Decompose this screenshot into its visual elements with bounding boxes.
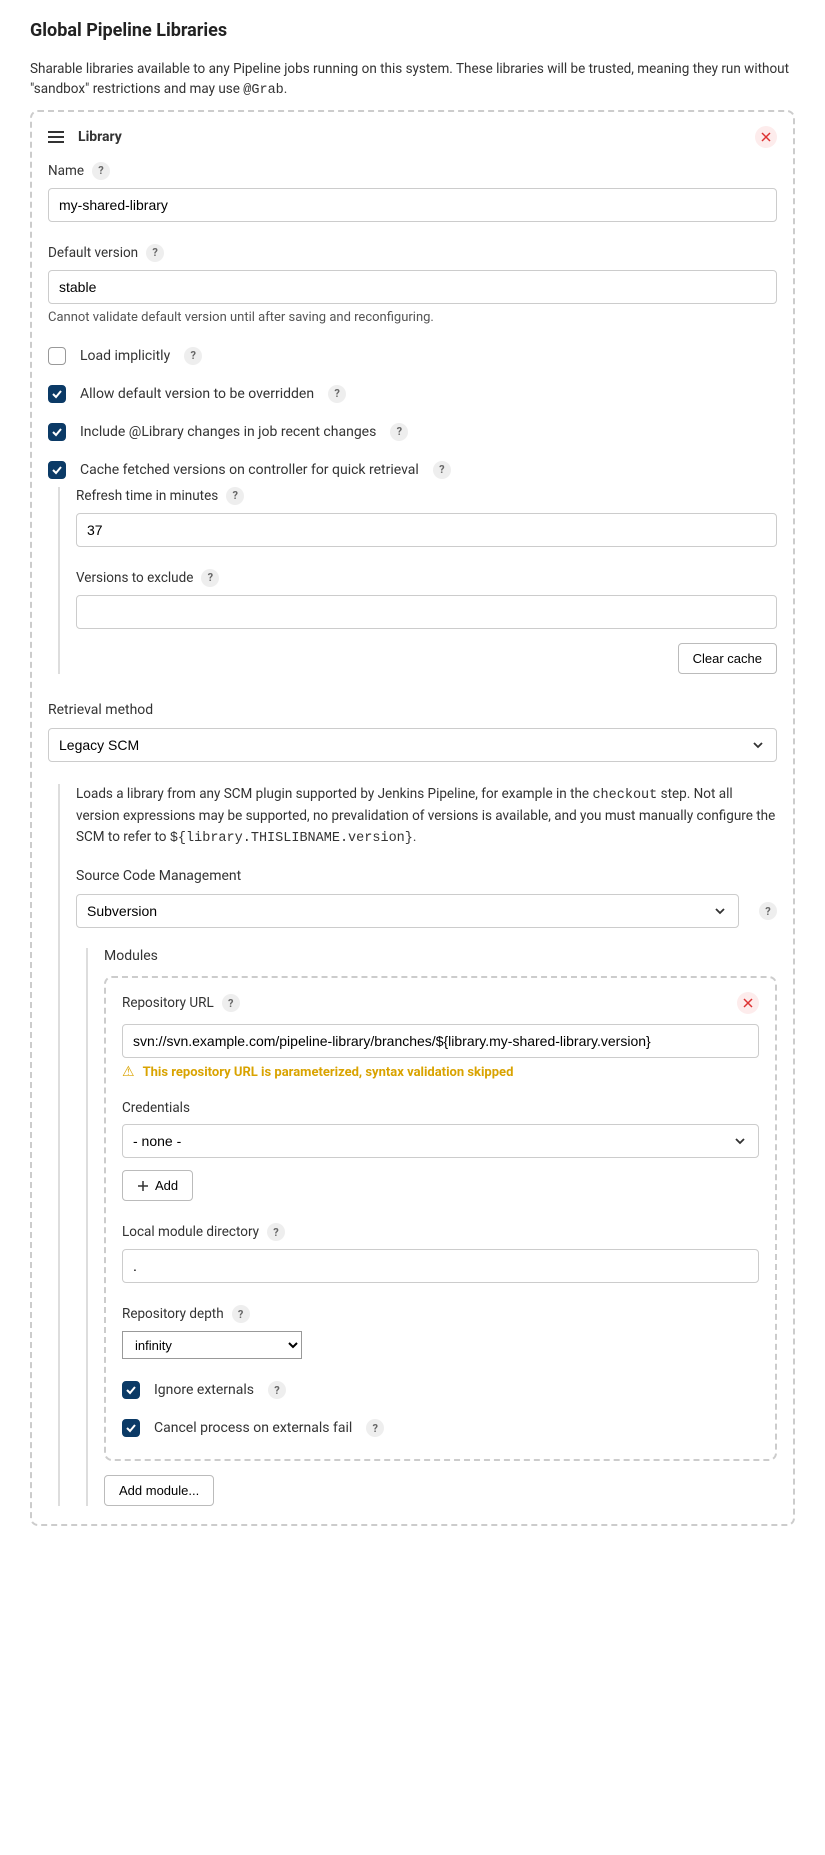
remove-library-button[interactable]	[755, 126, 777, 148]
load-implicitly-label: Load implicitly	[80, 348, 170, 364]
cache-checkbox[interactable]	[48, 461, 66, 479]
help-icon[interactable]: ?	[390, 423, 408, 441]
modules-title: Modules	[104, 948, 777, 964]
retrieval-method-label: Retrieval method	[48, 702, 777, 718]
help-icon[interactable]: ?	[201, 569, 219, 587]
credentials-label: Credentials	[122, 1100, 190, 1116]
close-icon	[743, 998, 753, 1008]
depth-select[interactable]: infinity	[122, 1331, 302, 1359]
ignore-externals-label: Ignore externals	[154, 1382, 254, 1398]
drag-handle-icon[interactable]	[48, 131, 64, 143]
default-version-input[interactable]	[48, 270, 777, 304]
cancel-externals-label: Cancel process on externals fail	[154, 1420, 352, 1436]
refresh-label: Refresh time in minutes	[76, 488, 218, 504]
load-implicitly-checkbox[interactable]	[48, 347, 66, 365]
page-intro: Sharable libraries available to any Pipe…	[30, 59, 795, 102]
remove-module-button[interactable]	[737, 992, 759, 1014]
cancel-externals-checkbox[interactable]	[122, 1419, 140, 1437]
plus-icon	[137, 1180, 149, 1192]
help-icon[interactable]: ?	[222, 994, 240, 1012]
add-module-button[interactable]: Add module...	[104, 1475, 214, 1506]
allow-override-checkbox[interactable]	[48, 385, 66, 403]
versions-exclude-label: Versions to exclude	[76, 570, 193, 586]
retrieval-description: Loads a library from any SCM plugin supp…	[76, 784, 777, 851]
name-input[interactable]	[48, 188, 777, 222]
default-version-label: Default version	[48, 245, 138, 261]
credentials-select[interactable]: - none -	[122, 1124, 759, 1158]
allow-override-label: Allow default version to be overridden	[80, 386, 314, 402]
help-icon[interactable]: ?	[268, 1381, 286, 1399]
page-title: Global Pipeline Libraries	[30, 20, 795, 41]
help-icon[interactable]: ?	[759, 902, 777, 920]
refresh-input[interactable]	[76, 513, 777, 547]
name-label: Name	[48, 163, 84, 179]
include-changes-label: Include @Library changes in job recent c…	[80, 424, 376, 440]
help-icon[interactable]: ?	[267, 1223, 285, 1241]
help-icon[interactable]: ?	[232, 1305, 250, 1323]
scm-label: Source Code Management	[76, 868, 777, 884]
depth-label: Repository depth	[122, 1306, 224, 1322]
help-icon[interactable]: ?	[328, 385, 346, 403]
local-dir-label: Local module directory	[122, 1224, 259, 1240]
help-icon[interactable]: ?	[226, 487, 244, 505]
module-container: Repository URL ? ⚠ This repository URL i…	[104, 976, 777, 1461]
help-icon[interactable]: ?	[366, 1419, 384, 1437]
ignore-externals-checkbox[interactable]	[122, 1381, 140, 1399]
include-changes-checkbox[interactable]	[48, 423, 66, 441]
retrieval-method-select[interactable]: Legacy SCM	[48, 728, 777, 762]
local-dir-input[interactable]	[122, 1249, 759, 1283]
versions-exclude-input[interactable]	[76, 595, 777, 629]
library-container: Library Name ? Default version ? Cannot …	[30, 110, 795, 1527]
default-version-hint: Cannot validate default version until af…	[48, 310, 777, 325]
repo-url-input[interactable]	[122, 1024, 759, 1058]
help-icon[interactable]: ?	[184, 347, 202, 365]
help-icon[interactable]: ?	[92, 162, 110, 180]
library-header: Library	[78, 129, 122, 145]
close-icon	[761, 132, 771, 142]
clear-cache-button[interactable]: Clear cache	[678, 643, 777, 674]
help-icon[interactable]: ?	[146, 244, 164, 262]
warning-icon: ⚠	[122, 1064, 135, 1080]
scm-select[interactable]: Subversion	[76, 894, 739, 928]
add-credentials-button[interactable]: Add	[122, 1170, 193, 1201]
help-icon[interactable]: ?	[433, 461, 451, 479]
cache-label: Cache fetched versions on controller for…	[80, 462, 419, 478]
repo-url-label: Repository URL	[122, 995, 214, 1011]
repo-url-warning: This repository URL is parameterized, sy…	[143, 1065, 514, 1080]
